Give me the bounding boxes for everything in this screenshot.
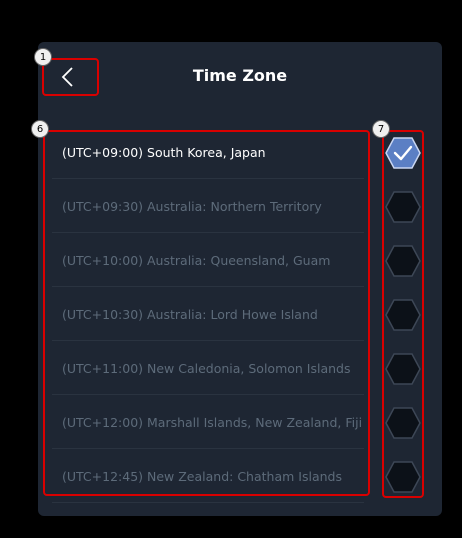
timezone-row[interactable]: (UTC+12:45) New Zealand: Chatham Islands (52, 450, 364, 503)
hexagon-checkbox[interactable] (384, 350, 422, 388)
timezone-label: (UTC+12:45) New Zealand: Chatham Islands (62, 468, 342, 484)
timezone-label: (UTC+11:00) New Caledonia, Solomon Islan… (62, 360, 351, 376)
callout-badge-7: 7 (372, 120, 390, 138)
hexagon-checkbox[interactable] (384, 188, 422, 226)
timezone-label: (UTC+10:30) Australia: Lord Howe Island (62, 306, 318, 322)
timezone-row[interactable]: (UTC+10:30) Australia: Lord Howe Island (52, 288, 364, 341)
chevron-left-icon (61, 67, 73, 87)
timezone-label: (UTC+09:00) South Korea, Japan (62, 144, 266, 160)
hexagon-checkbox[interactable] (384, 404, 422, 442)
timezone-row[interactable]: (UTC+12:00) Marshall Islands, New Zealan… (52, 396, 364, 449)
callout-badge-1: 1 (34, 48, 52, 66)
back-button[interactable] (52, 62, 82, 92)
hexagon-checkbox[interactable] (384, 458, 422, 496)
hexagon-checkbox[interactable] (384, 296, 422, 334)
page-title: Time Zone (192, 66, 288, 85)
callout-badge-6: 6 (31, 120, 49, 138)
timezone-row[interactable]: (UTC+11:00) New Caledonia, Solomon Islan… (52, 342, 364, 395)
timezone-row[interactable]: (UTC+10:00) Australia: Queensland, Guam (52, 234, 364, 287)
hexagon-checkbox[interactable] (384, 242, 422, 280)
timezone-label: (UTC+10:00) Australia: Queensland, Guam (62, 252, 331, 268)
hexagon-checkbox-checked[interactable] (384, 134, 422, 172)
timezone-label: (UTC+12:00) Marshall Islands, New Zealan… (62, 414, 363, 430)
timezone-row[interactable]: (UTC+09:30) Australia: Northern Territor… (52, 180, 364, 233)
timezone-label: (UTC+09:30) Australia: Northern Territor… (62, 198, 322, 214)
timezone-row[interactable]: (UTC+09:00) South Korea, Japan (52, 126, 364, 179)
